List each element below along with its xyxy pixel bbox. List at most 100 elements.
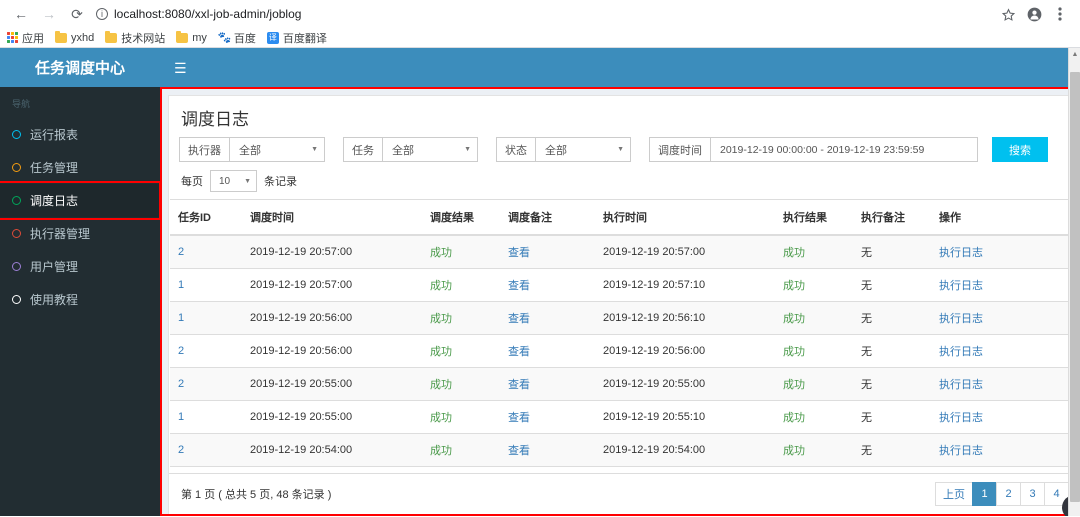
filter-status-select[interactable]: 全部 ▼ bbox=[535, 137, 631, 162]
cell-exec-note: 无 bbox=[853, 367, 931, 401]
hamburger-icon[interactable]: ☰ bbox=[174, 61, 187, 75]
cell-schedule-result: 成功 bbox=[422, 367, 500, 401]
page-vertical-scrollbar[interactable]: ▲ bbox=[1068, 48, 1080, 516]
page-size-select[interactable]: 10 ▼ bbox=[210, 170, 257, 192]
filter-executor-label: 执行器 bbox=[179, 137, 229, 162]
pagination-page-3[interactable]: 3 bbox=[1020, 482, 1045, 506]
circle-icon bbox=[12, 196, 21, 205]
cell-exec-log-link[interactable]: 执行日志 bbox=[931, 367, 1080, 401]
column-header-exec-note[interactable]: 执行备注 bbox=[853, 199, 931, 236]
app-brand-title: 任务调度中心 bbox=[0, 48, 160, 87]
table-row: 2 2019-12-19 20:57:00 成功 查看 2019-12-19 20:57… bbox=[170, 235, 1080, 269]
three-dot-menu-icon[interactable] bbox=[1048, 2, 1072, 26]
cell-exec-log-link[interactable]: 执行日志 bbox=[931, 268, 1080, 302]
column-header-schedule-result[interactable]: 调度结果 bbox=[422, 199, 500, 236]
table-row: 1 2019-12-19 20:55:00 成功 查看 2019-12-19 20:55… bbox=[170, 400, 1080, 434]
cell-job-id[interactable]: 1 bbox=[170, 301, 242, 335]
cell-exec-log-link[interactable]: 执行日志 bbox=[931, 301, 1080, 335]
forward-arrow-icon: → bbox=[42, 6, 56, 22]
cell-job-id[interactable]: 1 bbox=[170, 400, 242, 434]
column-header-schedule-time[interactable]: 调度时间 bbox=[242, 199, 422, 236]
cell-job-id[interactable]: 1 bbox=[170, 268, 242, 302]
address-bar[interactable]: i localhost:8080/xxl-job-admin/joblog bbox=[96, 4, 988, 24]
sidebar-item-job-management[interactable]: 任务管理 bbox=[0, 151, 160, 184]
filter-bar: 执行器 全部 ▼ 任务 全部 ▼ 状态 全部 ▼ 调度时间 2019-12-19… bbox=[169, 137, 1080, 170]
sidebar-item-label: 运行报表 bbox=[30, 128, 79, 142]
sidebar-nav-heading: 导航 bbox=[12, 99, 31, 109]
bookmark-yxhd[interactable]: yxhd bbox=[55, 30, 94, 44]
bookmark-label: 百度 bbox=[233, 32, 256, 45]
table-header-row: 任务ID 调度时间 调度结果 调度备注 执行时间 执行结果 执行备注 操作 bbox=[170, 199, 1080, 236]
bookmark-baidu[interactable]: 🐾 百度 bbox=[218, 30, 256, 46]
table-footer: 第 1 页 ( 总共 5 页, 48 条记录 ) 上页12345下页 bbox=[169, 473, 1080, 515]
cell-schedule-note-link[interactable]: 查看 bbox=[500, 268, 595, 302]
table-row: 1 2019-12-19 20:57:00 成功 查看 2019-12-19 20:57… bbox=[170, 268, 1080, 302]
sidebar-item-run-report[interactable]: 运行报表 bbox=[0, 118, 160, 151]
star-icon[interactable] bbox=[996, 2, 1020, 26]
reload-icon[interactable]: ⟳ bbox=[64, 2, 90, 26]
filter-schedule-time-input[interactable]: 2019-12-19 00:00:00 - 2019-12-19 23:59:5… bbox=[710, 137, 978, 162]
cell-exec-log-link[interactable]: 执行日志 bbox=[931, 235, 1080, 269]
column-header-job-id[interactable]: 任务ID bbox=[170, 199, 242, 236]
sidebar-item-tutorial[interactable]: 使用教程 bbox=[0, 283, 160, 316]
content-wrapper: ☰ 欢迎 admin ▾ 调度日志 执行器 全部 ▼ 任务 bbox=[160, 48, 1080, 516]
baidu-paw-icon: 🐾 bbox=[217, 31, 232, 44]
cell-schedule-result: 成功 bbox=[422, 235, 500, 269]
scrollbar-thumb[interactable] bbox=[1070, 72, 1080, 502]
filter-status: 状态 全部 ▼ bbox=[496, 137, 631, 162]
cell-job-id[interactable]: 2 bbox=[170, 235, 242, 269]
cell-exec-log-link[interactable]: 执行日志 bbox=[931, 334, 1080, 368]
page-size-prefix-label: 每页 bbox=[181, 176, 203, 188]
sidebar-item-executor-management[interactable]: 执行器管理 bbox=[0, 217, 160, 250]
page-size-suffix-label: 条记录 bbox=[264, 176, 297, 188]
account-circle-icon[interactable] bbox=[1022, 2, 1046, 26]
cell-schedule-note-link[interactable]: 查看 bbox=[500, 400, 595, 434]
scroll-up-arrow-icon[interactable]: ▲ bbox=[1069, 48, 1080, 62]
bookmark-baidu-fanyi[interactable]: 译 百度翻译 bbox=[266, 30, 327, 46]
cell-schedule-result: 成功 bbox=[422, 334, 500, 368]
pagination-prev-button[interactable]: 上页 bbox=[935, 482, 973, 506]
sidebar-item-schedule-log[interactable]: 调度日志 bbox=[0, 181, 161, 220]
cell-exec-log-link[interactable]: 执行日志 bbox=[931, 400, 1080, 434]
address-bar-url: localhost:8080/xxl-job-admin/joblog bbox=[114, 7, 302, 21]
pagination-page-1[interactable]: 1 bbox=[972, 482, 997, 506]
column-header-exec-time[interactable]: 执行时间 bbox=[595, 199, 775, 236]
content-panel: 调度日志 执行器 全部 ▼ 任务 全部 ▼ 状态 全部 ▼ 调度时间 2019-… bbox=[168, 95, 1080, 516]
cell-schedule-note-link[interactable]: 查看 bbox=[500, 235, 595, 269]
cell-schedule-time: 2019-12-19 20:56:00 bbox=[242, 301, 422, 335]
cell-schedule-time: 2019-12-19 20:57:00 bbox=[242, 235, 422, 269]
cell-schedule-note-link[interactable]: 查看 bbox=[500, 433, 595, 467]
bookmark-apps[interactable]: 应用 bbox=[7, 30, 44, 46]
site-info-icon[interactable]: i bbox=[96, 8, 108, 20]
filter-status-value: 全部 bbox=[545, 144, 567, 157]
cell-exec-time: 2019-12-19 20:55:00 bbox=[595, 367, 775, 401]
table-container: 任务ID 调度时间 调度结果 调度备注 执行时间 执行结果 执行备注 操作 22… bbox=[169, 199, 1080, 473]
back-arrow-icon[interactable]: ← bbox=[8, 2, 34, 26]
folder-icon bbox=[105, 30, 118, 43]
cell-schedule-note-link[interactable]: 查看 bbox=[500, 334, 595, 368]
filter-executor-select[interactable]: 全部 ▼ bbox=[229, 137, 325, 162]
cell-exec-note: 无 bbox=[853, 268, 931, 302]
filter-job-select[interactable]: 全部 ▼ bbox=[382, 137, 478, 162]
bookmark-tech-sites[interactable]: 技术网站 bbox=[105, 30, 165, 46]
browser-toolbar: ← → ⟳ i localhost:8080/xxl-job-admin/job… bbox=[0, 0, 1080, 28]
cell-job-id[interactable]: 2 bbox=[170, 433, 242, 467]
sidebar-item-user-management[interactable]: 用户管理 bbox=[0, 250, 160, 283]
column-header-schedule-note[interactable]: 调度备注 bbox=[500, 199, 595, 236]
circle-icon bbox=[12, 130, 21, 139]
cell-job-id[interactable]: 2 bbox=[170, 367, 242, 401]
circle-icon bbox=[12, 163, 21, 172]
main-content: 调度日志 执行器 全部 ▼ 任务 全部 ▼ 状态 全部 ▼ 调度时间 2019-… bbox=[160, 87, 1080, 516]
sidebar: 任务调度中心 导航 运行报表 任务管理 调度日志 执行器管理 用户管理 使用教程 bbox=[0, 48, 161, 516]
cell-schedule-note-link[interactable]: 查看 bbox=[500, 301, 595, 335]
pagination-page-2[interactable]: 2 bbox=[996, 482, 1021, 506]
bookmark-my[interactable]: my bbox=[176, 30, 207, 44]
cell-exec-note: 无 bbox=[853, 400, 931, 434]
cell-exec-log-link[interactable]: 执行日志 bbox=[931, 433, 1080, 467]
column-header-exec-result[interactable]: 执行结果 bbox=[775, 199, 853, 236]
cell-job-id[interactable]: 2 bbox=[170, 334, 242, 368]
cell-schedule-result: 成功 bbox=[422, 301, 500, 335]
cell-schedule-note-link[interactable]: 查看 bbox=[500, 367, 595, 401]
column-header-action[interactable]: 操作 bbox=[931, 199, 1080, 236]
search-button[interactable]: 搜索 bbox=[992, 137, 1048, 162]
